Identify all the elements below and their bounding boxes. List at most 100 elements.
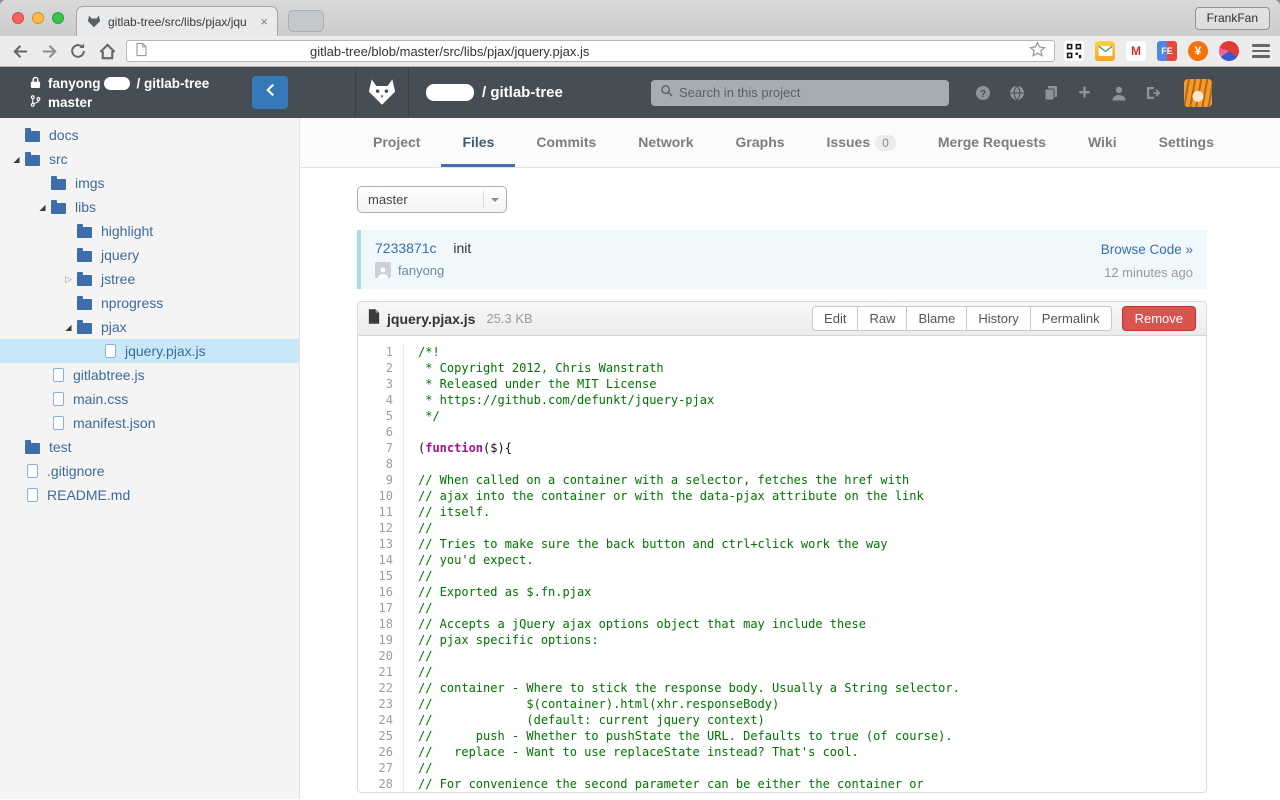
tree-item-src[interactable]: ◢ src	[0, 147, 299, 171]
line-number[interactable]: 2	[358, 360, 404, 376]
sidebar-collapse-button[interactable]	[252, 76, 288, 109]
line-number[interactable]: 10	[358, 488, 404, 504]
pie-icon[interactable]	[1219, 41, 1239, 61]
search-input[interactable]	[679, 85, 940, 100]
tab-close-icon[interactable]: ×	[260, 14, 268, 29]
tree-item-jstree[interactable]: ▷ jstree	[0, 267, 299, 291]
tree-item-imgs[interactable]: imgs	[0, 171, 299, 195]
tree-item-main-css[interactable]: main.css	[0, 387, 299, 411]
gitlab-logo[interactable]	[355, 67, 409, 118]
tree-item-docs[interactable]: docs	[0, 123, 299, 147]
tab-project[interactable]: Project	[352, 118, 441, 167]
tree-item-label: gitlabtree.js	[73, 367, 145, 383]
browse-code-link[interactable]: Browse Code »	[1101, 242, 1193, 257]
tree-item--gitignore[interactable]: .gitignore	[0, 459, 299, 483]
fe-icon[interactable]: FE	[1157, 41, 1177, 61]
line-number[interactable]: 11	[358, 504, 404, 520]
edit-button[interactable]: Edit	[812, 306, 859, 331]
tree-toggle-icon[interactable]: ◢	[8, 155, 25, 164]
tree-item-readme-md[interactable]: README.md	[0, 483, 299, 507]
line-number[interactable]: 12	[358, 520, 404, 536]
window-minimize-button[interactable]	[32, 12, 44, 24]
home-icon[interactable]	[97, 41, 117, 61]
tree-item-manifest-json[interactable]: manifest.json	[0, 411, 299, 435]
line-number[interactable]: 7	[358, 440, 404, 456]
tree-toggle-icon[interactable]: ◢	[60, 323, 77, 332]
copy-icon[interactable]	[1042, 84, 1059, 101]
line-number[interactable]: 27	[358, 760, 404, 776]
url-bar[interactable]: gitlab-tree/blob/master/src/libs/pjax/jq…	[126, 40, 1055, 62]
permalink-button[interactable]: Permalink	[1029, 306, 1112, 331]
line-number[interactable]: 5	[358, 408, 404, 424]
help-icon[interactable]: ?	[974, 84, 991, 101]
svg-text:?: ?	[979, 88, 985, 99]
bookmark-star-icon[interactable]	[1029, 41, 1046, 61]
plus-icon[interactable]: +	[1076, 82, 1093, 103]
globe-icon[interactable]	[1008, 84, 1025, 101]
tab-wiki[interactable]: Wiki	[1067, 118, 1138, 167]
gmail-icon[interactable]: M	[1126, 41, 1146, 61]
line-number[interactable]: 28	[358, 776, 404, 792]
raw-button[interactable]: Raw	[857, 306, 908, 331]
line-number[interactable]: 20	[358, 648, 404, 664]
code-line: 4 * https://github.com/defunkt/jquery-pj…	[358, 392, 1206, 408]
signout-icon[interactable]	[1144, 84, 1161, 101]
user-avatar[interactable]	[1184, 78, 1212, 107]
line-number[interactable]: 17	[358, 600, 404, 616]
window-zoom-button[interactable]	[52, 12, 64, 24]
tree-item-highlight[interactable]: highlight	[0, 219, 299, 243]
remove-button[interactable]: Remove	[1121, 306, 1196, 331]
commit-sha-link[interactable]: 7233871c	[375, 240, 437, 256]
profile-icon[interactable]	[1110, 84, 1127, 101]
line-number[interactable]: 3	[358, 376, 404, 392]
tab-commits[interactable]: Commits	[515, 118, 617, 167]
line-number[interactable]: 13	[358, 536, 404, 552]
window-close-button[interactable]	[12, 12, 24, 24]
back-icon[interactable]	[10, 41, 30, 61]
line-number[interactable]: 25	[358, 728, 404, 744]
qr-code-icon[interactable]	[1064, 41, 1084, 61]
mail-icon[interactable]	[1095, 41, 1115, 61]
line-number[interactable]: 22	[358, 680, 404, 696]
tree-item-test[interactable]: test	[0, 435, 299, 459]
tree-item-pjax[interactable]: ◢ pjax	[0, 315, 299, 339]
tab-graphs[interactable]: Graphs	[715, 118, 806, 167]
line-number[interactable]: 23	[358, 696, 404, 712]
line-number[interactable]: 16	[358, 584, 404, 600]
blame-button[interactable]: Blame	[906, 306, 968, 331]
line-number[interactable]: 26	[358, 744, 404, 760]
line-number[interactable]: 15	[358, 568, 404, 584]
line-number[interactable]: 24	[358, 712, 404, 728]
reload-icon[interactable]	[68, 41, 88, 61]
tab-merge-requests[interactable]: Merge Requests	[917, 118, 1067, 167]
line-number[interactable]: 14	[358, 552, 404, 568]
line-number[interactable]: 8	[358, 456, 404, 472]
line-number[interactable]: 19	[358, 632, 404, 648]
project-search[interactable]	[651, 79, 949, 106]
new-tab-button[interactable]	[288, 10, 324, 32]
menu-icon[interactable]	[1252, 44, 1270, 58]
history-button[interactable]: History	[966, 306, 1031, 331]
line-number[interactable]: 18	[358, 616, 404, 632]
tree-toggle-icon[interactable]: ◢	[34, 203, 51, 212]
tree-item-nprogress[interactable]: nprogress	[0, 291, 299, 315]
tree-toggle-icon[interactable]: ▷	[60, 274, 77, 285]
tree-item-jquery[interactable]: jquery	[0, 243, 299, 267]
tab-settings[interactable]: Settings	[1138, 118, 1235, 167]
tree-item-libs[interactable]: ◢ libs	[0, 195, 299, 219]
browser-tab[interactable]: gitlab-tree/src/libs/pjax/jqu ×	[76, 6, 278, 36]
tab-issues[interactable]: Issues 0	[806, 118, 917, 167]
profile-name-button[interactable]: FrankFan	[1194, 7, 1270, 30]
hui-icon[interactable]: ¥	[1188, 41, 1208, 61]
line-number[interactable]: 9	[358, 472, 404, 488]
forward-icon[interactable]	[39, 41, 59, 61]
branch-selector[interactable]: master	[357, 186, 507, 213]
line-number[interactable]: 4	[358, 392, 404, 408]
tab-network[interactable]: Network	[617, 118, 714, 167]
line-number[interactable]: 21	[358, 664, 404, 680]
line-number[interactable]: 1	[358, 344, 404, 360]
tree-item-gitlabtree-js[interactable]: gitlabtree.js	[0, 363, 299, 387]
tree-item-jquery-pjax-js[interactable]: jquery.pjax.js	[0, 339, 299, 363]
tab-files[interactable]: Files	[441, 118, 516, 167]
line-number[interactable]: 6	[358, 424, 404, 440]
